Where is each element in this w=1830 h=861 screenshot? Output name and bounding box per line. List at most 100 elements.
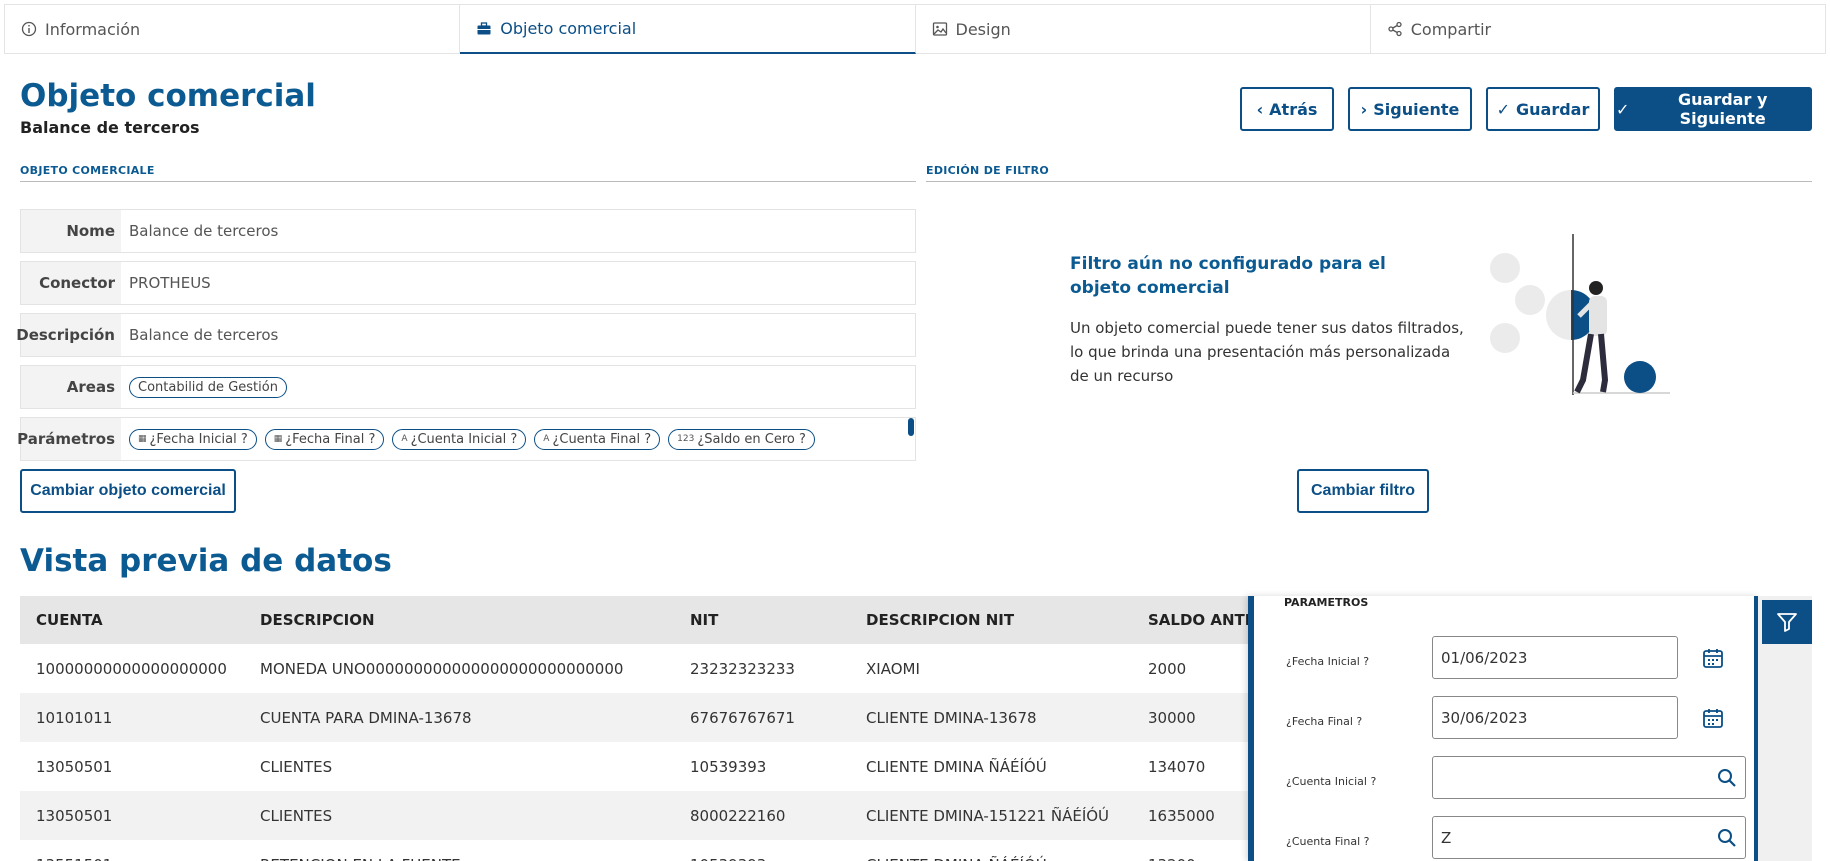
field-label: Conector [21, 262, 121, 304]
table-row: 13050501 CLIENTES 10539393 CLIENTE DMINA… [20, 742, 1250, 791]
table-row: 13050501 CLIENTES 8000222160 CLIENTE DMI… [20, 791, 1250, 840]
table-cell: CUENTA PARA DMINA-13678 [244, 693, 674, 742]
param-chip[interactable]: ▦ ¿Fecha Final ? [264, 428, 385, 450]
calendar-icon: ▦ [273, 434, 283, 444]
param-label: ¿Cuenta Inicial ? [1286, 775, 1377, 788]
param-chip-label: ¿Cuenta Final ? [552, 431, 652, 447]
share-icon [1388, 21, 1402, 37]
table-cell: CLIENTE DMINA-151221 ÑÁÉÍÓÚ [850, 791, 1132, 840]
table-cell: 10101011 [20, 693, 244, 742]
table-header-row: CUENTA DESCRIPCION NIT DESCRIPCION NIT S… [20, 596, 1250, 644]
save-next-button[interactable]: ✓ Guardar y Siguiente [1614, 87, 1812, 131]
table-row: 10101011 CUENTA PARA DMINA-13678 6767676… [20, 693, 1250, 742]
table-row: 10000000000000000000 MONEDA UNO000000000… [20, 644, 1250, 693]
table-cell: 30000 [1132, 693, 1250, 742]
back-button-label: Atrás [1269, 99, 1318, 119]
table-cell: 13200 [1132, 840, 1250, 861]
parameters-panel: PARAMETROS ¿Fecha Inicial ? 01/06/2023 ¿… [1248, 596, 1758, 861]
table-cell: CLIENTES [260, 757, 333, 776]
field-row-conector: Conector PROTHEUS [20, 261, 916, 305]
table-cell: 10539393 [690, 757, 767, 776]
field-value[interactable]: PROTHEUS [121, 274, 211, 292]
tab-compartir[interactable]: Compartir [1370, 5, 1825, 54]
field-row-areas: Areas Contabilid de Gestión [20, 365, 916, 409]
filter-icon [1777, 613, 1797, 632]
table-cell: 10539393 [674, 840, 850, 861]
tab-bar: Información Objeto comercial Design Comp… [4, 4, 1826, 54]
page-subtitle: Balance de terceros [20, 118, 200, 137]
table-cell: 23232323233 [690, 659, 795, 678]
chevron-left-icon: ‹ [1256, 99, 1264, 119]
table-cell: CLIENTE DMINA-13678 [850, 693, 1132, 742]
change-business-object-button[interactable]: Cambiar objeto comercial [20, 469, 236, 513]
number-type-icon: 123 [677, 434, 695, 444]
table-cell: 10000000000000000000 [36, 659, 227, 678]
back-button[interactable]: ‹ Atrás [1240, 87, 1334, 131]
table-row: 13551501 RETENCION EN LA FUENTE 10539393… [20, 840, 1250, 861]
table-cell: 1635000 [1132, 791, 1250, 840]
param-label: ¿Fecha Final ? [1286, 715, 1363, 728]
text-type-icon: A [543, 434, 550, 444]
filter-toggle-button[interactable] [1762, 600, 1812, 644]
param-chip-label: ¿Cuenta Inicial ? [410, 431, 518, 447]
column-header[interactable]: DESCRIPCION [244, 596, 674, 644]
tab-label: Información [45, 19, 141, 39]
scrollbar-thumb[interactable] [908, 418, 914, 436]
field-label: Areas [21, 366, 121, 408]
page-title: Objeto comercial [20, 78, 316, 114]
column-header[interactable]: SALDO ANTE [1132, 596, 1250, 644]
table-cell: RETENCION EN LA FUENTE [244, 840, 674, 861]
fecha-inicial-input[interactable]: 01/06/2023 [1432, 636, 1678, 679]
tab-informacion[interactable]: Información [5, 5, 461, 54]
business-object-section-title: OBJETO COMERCIALE [20, 164, 916, 182]
check-icon: ✓ [1616, 99, 1630, 119]
person-pushing-ball-illustration [1490, 234, 1670, 395]
cuenta-inicial-input[interactable] [1432, 756, 1746, 799]
briefcase-icon [477, 21, 491, 34]
field-label: Parámetros [17, 418, 121, 460]
area-chip[interactable]: Contabilid de Gestión [129, 376, 287, 398]
tab-design[interactable]: Design [915, 5, 1371, 54]
tab-objeto-comercial[interactable]: Objeto comercial [460, 5, 916, 54]
calendar-icon[interactable] [1702, 647, 1724, 669]
save-button[interactable]: ✓ Guardar [1486, 87, 1600, 131]
param-chip[interactable]: A ¿Cuenta Final ? [534, 428, 661, 450]
cuenta-final-input[interactable]: Z [1432, 816, 1746, 859]
param-chip[interactable]: ▦ ¿Fecha Inicial ? [129, 428, 257, 450]
calendar-icon[interactable] [1702, 707, 1724, 729]
calendar-icon: ▦ [138, 434, 147, 444]
param-chip-label: ¿Fecha Inicial ? [149, 431, 248, 447]
column-header[interactable]: CUENTA [20, 596, 244, 644]
table-cell: MONEDA UNO000000000000000000000000000 [260, 659, 624, 678]
table-cell: 8000222160 [674, 791, 850, 840]
table-cell: 13050501 [20, 791, 244, 840]
check-icon: ✓ [1496, 99, 1511, 119]
preview-table: CUENTA DESCRIPCION NIT DESCRIPCION NIT S… [20, 596, 1250, 861]
param-chips: ▦ ¿Fecha Inicial ? ▦ ¿Fecha Final ? A ¿Cuen… [121, 428, 815, 450]
tab-label: Objeto comercial [500, 19, 637, 38]
table-cell: 67676767671 [674, 693, 850, 742]
chevron-right-icon: › [1360, 99, 1368, 119]
table-cell: CLIENTE DMINA ÑÁÉÍÓÚ [850, 840, 1132, 861]
column-header[interactable]: DESCRIPCION NIT [850, 596, 1132, 644]
text-type-icon: A [401, 434, 408, 444]
search-icon[interactable] [1717, 768, 1737, 788]
param-chip[interactable]: 123 ¿Saldo en Cero ? [668, 428, 815, 450]
preview-table-container[interactable]: CUENTA DESCRIPCION NIT DESCRIPCION NIT S… [20, 596, 1250, 861]
column-header[interactable]: NIT [674, 596, 850, 644]
table-cell: XIAOMI [866, 659, 920, 678]
param-label: ¿Fecha Inicial ? [1286, 655, 1370, 668]
search-icon[interactable] [1717, 828, 1737, 848]
info-icon [21, 21, 37, 37]
param-chip[interactable]: A ¿Cuenta Inicial ? [392, 428, 527, 450]
table-cell: 13050501 [36, 757, 113, 776]
table-cell: 134070 [1148, 757, 1206, 776]
fecha-final-input[interactable]: 30/06/2023 [1432, 696, 1678, 739]
param-chip-label: ¿Saldo en Cero ? [697, 431, 806, 447]
table-cell: CLIENTES [244, 791, 674, 840]
cuenta-final-value: Z [1441, 828, 1452, 847]
field-value[interactable]: Balance de terceros [121, 326, 278, 344]
field-value[interactable]: Balance de terceros [121, 222, 278, 240]
change-filter-button[interactable]: Cambiar filtro [1297, 469, 1429, 513]
next-button[interactable]: › Siguiente [1348, 87, 1472, 131]
